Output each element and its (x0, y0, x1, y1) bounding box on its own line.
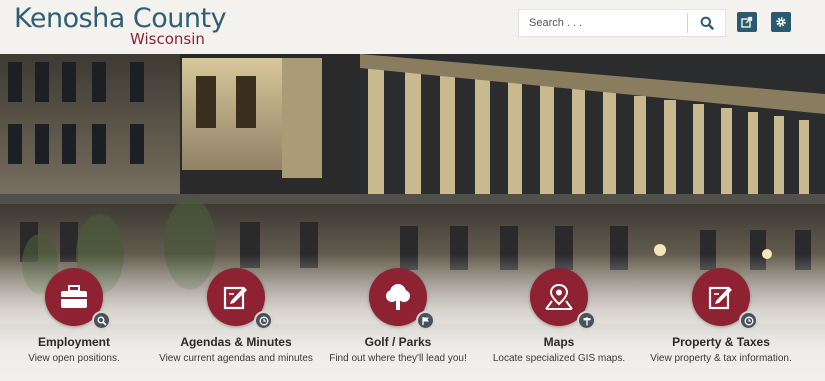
search-divider (687, 13, 688, 33)
quick-link-description: View open positions. (28, 353, 120, 364)
flag-icon (416, 311, 435, 330)
clock-icon (739, 311, 758, 330)
quick-link-circle (692, 268, 758, 330)
site-logo[interactable]: Kenosha County Wisconsin (14, 4, 227, 48)
quick-link-property-taxes[interactable]: Property & Taxes View property & tax inf… (636, 268, 806, 365)
logo-subtitle: Wisconsin (130, 30, 205, 48)
quick-link-description: Locate specialized GIS maps. (492, 353, 626, 364)
quick-link-description: View current agendas and minutes (159, 353, 313, 364)
quick-link-circle (369, 268, 435, 330)
signpost-icon (577, 311, 596, 330)
quick-link-title: Agendas & Minutes (180, 335, 292, 349)
search-button[interactable] (695, 12, 719, 34)
quick-link-employment[interactable]: Employment View open positions. (0, 268, 159, 365)
map-pin-icon (545, 283, 573, 310)
quick-link-title: Golf / Parks (364, 335, 432, 349)
quick-link-circle (530, 268, 596, 330)
quick-link-golf-parks[interactable]: Golf / Parks Find out where they'll lead… (313, 268, 483, 365)
quick-link-circle (45, 268, 111, 330)
document-edit-icon (223, 286, 247, 310)
magnifier-icon (700, 16, 714, 30)
quick-link-maps[interactable]: Maps Locate specialized GIS maps. (474, 268, 644, 365)
quick-link-description: Find out where they'll lead you! (329, 353, 467, 364)
quick-link-circle (207, 268, 273, 330)
tree-icon (386, 284, 410, 310)
share-icon (741, 16, 753, 28)
document-edit-icon (708, 286, 732, 310)
search-box (518, 9, 726, 37)
share-button[interactable] (737, 12, 757, 32)
search-input[interactable] (519, 10, 687, 36)
quick-link-title: Property & Taxes (672, 335, 770, 349)
gear-icon (776, 17, 786, 27)
quick-link-title: Maps (543, 335, 575, 349)
quick-link-agendas-minutes[interactable]: Agendas & Minutes View current agendas a… (151, 268, 321, 365)
site-header: Kenosha County Wisconsin (0, 0, 825, 54)
briefcase-icon (61, 285, 87, 308)
quick-link-title: Employment (37, 335, 110, 349)
settings-button[interactable] (771, 12, 791, 32)
search-icon (92, 311, 111, 330)
clock-icon (254, 311, 273, 330)
quick-link-description: View property & tax information. (650, 353, 792, 364)
